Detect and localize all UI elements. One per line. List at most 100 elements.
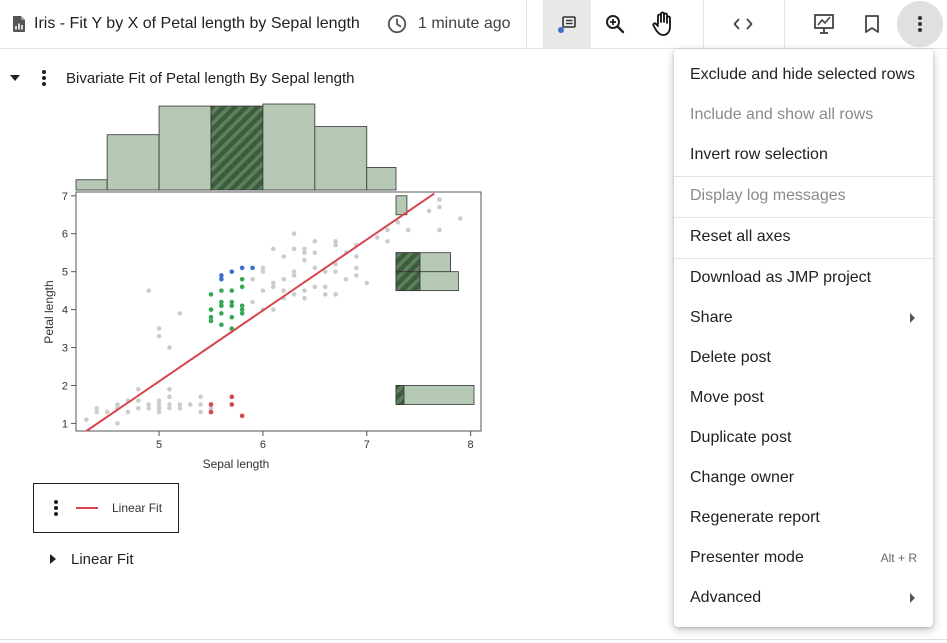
x-axis: 5 6 7 8: [156, 431, 474, 451]
data-point-grey: [333, 239, 338, 244]
menu-item-download-as-jmp-project[interactable]: Download as JMP project: [674, 258, 933, 298]
data-point-green: [208, 307, 214, 312]
y-tick-label: 3: [62, 343, 68, 355]
data-point-grey: [156, 333, 162, 339]
data-point-grey: [333, 292, 338, 297]
menu-item-advanced[interactable]: Advanced: [674, 578, 933, 618]
fit-legend: Linear Fit: [33, 483, 179, 533]
time-ago-text: 1 minute ago: [418, 15, 511, 32]
data-point-grey: [84, 417, 89, 422]
more-options-button[interactable]: [897, 1, 943, 47]
data-point-red: [239, 413, 245, 419]
data-point-green: [239, 303, 245, 309]
expand-caret-icon[interactable]: [50, 554, 56, 564]
data-point-grey: [198, 402, 203, 407]
toolbar-divider: [784, 0, 785, 48]
zoom-button[interactable]: [591, 0, 639, 48]
linear-fit-title: Linear Fit: [71, 550, 134, 568]
data-point-grey: [291, 292, 297, 297]
menu-item-delete-post[interactable]: Delete post: [674, 338, 933, 378]
collapse-caret-icon[interactable]: [10, 75, 20, 81]
more-vert-icon: [918, 16, 922, 32]
data-point-grey: [457, 216, 463, 221]
data-point-blue: [250, 265, 255, 271]
menu-item-presenter-mode[interactable]: Presenter mode Alt + R: [674, 538, 933, 578]
data-point-grey: [302, 288, 307, 293]
data-point-grey: [146, 288, 151, 293]
data-point-green: [229, 314, 235, 320]
data-point-grey: [437, 227, 442, 233]
report-chart-icon: [13, 16, 25, 32]
data-point-grey: [437, 197, 442, 202]
menu-item-label: Advanced: [690, 589, 762, 606]
data-point-blue: [229, 269, 235, 274]
pan-hand-icon: [652, 11, 671, 36]
data-point-blue: [219, 276, 224, 282]
data-point-grey: [187, 402, 193, 407]
data-point-green: [219, 288, 224, 293]
data-point-grey: [271, 246, 276, 252]
data-point-grey: [343, 276, 349, 282]
presenter-button[interactable]: [800, 0, 848, 48]
data-point-grey: [271, 307, 276, 312]
data-point-red: [229, 394, 235, 400]
bookmark-button[interactable]: [848, 0, 896, 48]
data-point-red: [208, 402, 214, 407]
page-title: Iris - Fit Y by X of Petal length by Sep…: [34, 15, 360, 32]
last-updated: 1 minute ago: [386, 0, 511, 48]
data-point-grey: [94, 405, 100, 411]
menu-item-reset-all-axes[interactable]: Reset all axes: [674, 217, 933, 257]
embed-code-button[interactable]: [719, 0, 767, 48]
x-histogram-bar: [314, 126, 368, 191]
legend-line-swatch: [76, 507, 98, 509]
menu-item-move-post[interactable]: Move post: [674, 378, 933, 418]
plot-area-background: [76, 192, 396, 431]
legend-menu-icon[interactable]: [48, 499, 64, 517]
y-tick-label: 6: [62, 229, 68, 241]
pan-button[interactable]: [639, 0, 687, 48]
menu-item-duplicate-post[interactable]: Duplicate post: [674, 418, 933, 458]
data-point-grey: [322, 292, 328, 297]
data-point-green: [219, 311, 224, 316]
menu-item-invert-row-selection[interactable]: Invert row selection: [674, 135, 933, 175]
code-embed-icon: [733, 18, 753, 30]
data-point-blue: [239, 265, 245, 271]
data-point-grey: [354, 273, 359, 278]
data-point-grey: [260, 265, 266, 271]
x-axis-label: Sepal length: [203, 457, 270, 471]
data-point-grey: [136, 405, 141, 411]
data-point-grey: [291, 269, 297, 274]
data-point-grey: [198, 394, 203, 400]
menu-item-label: Presenter mode: [690, 549, 804, 566]
menu-item-share[interactable]: Share: [674, 298, 933, 338]
bivariate-plot[interactable]: 5 6 7 8 1 2 3 4 5 6 7 Sepal length Petal length: [30, 100, 490, 480]
data-point-grey: [281, 276, 286, 282]
data-point-grey: [177, 402, 183, 407]
data-point-grey: [364, 280, 370, 286]
menu-item-display-log-messages: Display log messages: [674, 176, 933, 216]
data-point-grey: [333, 269, 338, 274]
x-tick-label: 6: [260, 439, 266, 451]
data-point-grey: [136, 398, 141, 403]
menu-item-label: Reset all axes: [690, 228, 791, 245]
y-tick-label: 2: [62, 380, 68, 392]
linear-fit-outline[interactable]: Linear Fit: [50, 548, 134, 570]
section-title: Bivariate Fit of Petal length By Sepal l…: [66, 69, 355, 87]
data-point-grey: [250, 276, 255, 282]
data-point-grey: [167, 402, 172, 407]
section-menu-icon[interactable]: [36, 69, 52, 87]
data-point-grey: [312, 265, 318, 271]
y-histogram-bar: [395, 385, 475, 405]
menu-item-change-owner[interactable]: Change owner: [674, 458, 933, 498]
data-point-grey: [302, 295, 307, 301]
x-tick-label: 7: [364, 439, 370, 451]
data-point-red: [208, 409, 214, 415]
menu-item-exclude-and-hide-selected-rows[interactable]: Exclude and hide selected rows: [674, 55, 933, 95]
select-rows-icon: [558, 16, 576, 33]
select-rows-button[interactable]: [543, 0, 591, 48]
x-tick-label: 8: [468, 439, 474, 451]
menu-item-label: Share: [690, 309, 733, 326]
menu-item-regenerate-report[interactable]: Regenerate report: [674, 498, 933, 538]
data-point-grey: [302, 257, 307, 263]
data-point-grey: [156, 398, 162, 403]
